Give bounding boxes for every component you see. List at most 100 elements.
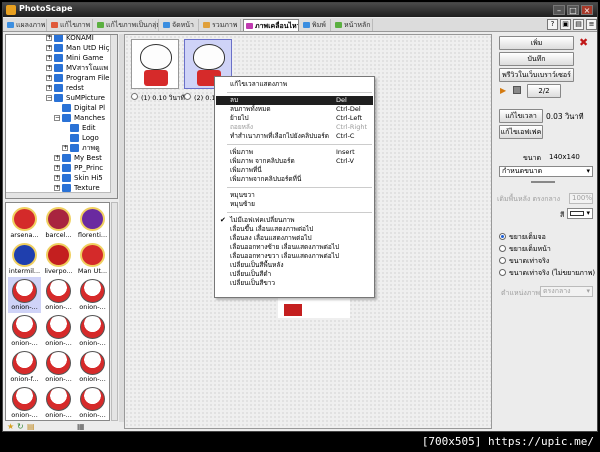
thumbnail-item[interactable]: onion-... bbox=[8, 277, 41, 313]
tab-0[interactable]: แผลงภาพ bbox=[5, 19, 47, 31]
thumbnail-label: onion-... bbox=[79, 411, 106, 419]
expand-icon[interactable]: + bbox=[46, 75, 52, 81]
menu-item[interactable]: หมุนขวา bbox=[216, 191, 373, 200]
star-icon[interactable]: ★ bbox=[7, 422, 14, 431]
menu-item[interactable]: หมุนซ้าย bbox=[216, 200, 373, 209]
thumbnail-item[interactable]: onion-... bbox=[42, 349, 75, 385]
maximize-icon[interactable]: □ bbox=[567, 5, 579, 15]
tab-6[interactable]: พิมพ์ bbox=[301, 19, 331, 31]
thumbnail-item[interactable]: Man Ut... bbox=[76, 241, 109, 277]
display-mode-label: ขยายเต็มหน้า bbox=[509, 245, 551, 253]
expand-icon[interactable]: + bbox=[46, 35, 52, 41]
thumbnail-image bbox=[46, 207, 71, 231]
thumbnail-item[interactable]: liverpo... bbox=[42, 241, 75, 277]
display-mode-radio[interactable] bbox=[499, 269, 506, 276]
thumbnail-item[interactable]: intermil... bbox=[8, 241, 41, 277]
frame-play-icon[interactable] bbox=[184, 93, 191, 100]
thumbnail-item[interactable]: onion-... bbox=[8, 313, 41, 349]
help-icon[interactable]: ? bbox=[547, 19, 558, 30]
expand-icon[interactable]: + bbox=[54, 155, 60, 161]
size-slider[interactable] bbox=[531, 181, 555, 183]
tab-7[interactable]: หน้าหลัก bbox=[333, 19, 373, 31]
frame-play-icon[interactable] bbox=[131, 93, 138, 100]
stop-icon[interactable] bbox=[513, 86, 521, 94]
view-mode-icon[interactable]: ▦ bbox=[77, 422, 85, 431]
close-icon[interactable]: × bbox=[581, 5, 593, 15]
thumbnail-image bbox=[46, 315, 71, 339]
thumbnail-item[interactable]: onion-... bbox=[8, 385, 41, 420]
menu-item[interactable]: เลื่อนลง เลื่อนแสดงภาพต่อไป bbox=[216, 234, 373, 243]
display-mode-radio[interactable] bbox=[499, 257, 506, 264]
expand-icon[interactable]: + bbox=[54, 185, 60, 191]
expand-icon[interactable]: + bbox=[54, 175, 60, 181]
thumbnail-item[interactable]: arsena... bbox=[8, 205, 41, 241]
tab-5[interactable]: ภาพเคลื่อนไหว bbox=[243, 19, 299, 31]
folder-icon[interactable]: ▤ bbox=[573, 19, 584, 30]
thumbnail-scrollbar[interactable] bbox=[111, 202, 118, 421]
menu-item[interactable]: เพิ่มภาพ Insert bbox=[216, 148, 373, 157]
menu-item[interactable]: ทำสำเนาภาพที่เลือกไปยังคลิปบอร์ด Ctrl-C bbox=[216, 132, 373, 141]
minimize-icon[interactable]: – bbox=[553, 5, 565, 15]
tab-1[interactable]: แก้ไขภาพ bbox=[49, 19, 93, 31]
thumbnail-item[interactable]: onion-... bbox=[76, 277, 109, 313]
thumbnail-item[interactable]: onion-... bbox=[76, 349, 109, 385]
thumbnail-item[interactable]: florenti... bbox=[76, 205, 109, 241]
display-mode-radio[interactable] bbox=[499, 245, 506, 252]
color-picker[interactable] bbox=[567, 208, 593, 219]
add-button[interactable]: เพิ่ม bbox=[499, 36, 574, 50]
size-dropdown[interactable]: กำหนดขนาด bbox=[499, 166, 593, 177]
animation-frame[interactable] bbox=[131, 39, 179, 89]
photos-icon[interactable]: ▣ bbox=[560, 19, 571, 30]
time-value: 0.03 วินาที bbox=[546, 112, 584, 121]
folder-icon bbox=[54, 35, 63, 42]
menu-item[interactable]: เพิ่มภาพจากคลิปบอร์ดที่นี่ bbox=[216, 175, 373, 184]
thumbnail-item[interactable]: onion-... bbox=[42, 277, 75, 313]
preview-browser-button[interactable]: พรีวิวในเว็บเบราว์เซอร์ bbox=[499, 68, 574, 82]
thumbnail-label: barcel... bbox=[45, 231, 72, 239]
expand-icon[interactable]: + bbox=[54, 165, 60, 171]
menu-item[interactable]: เปลี่ยนเป็นสีพื้นหลัง bbox=[216, 261, 373, 270]
expand-icon[interactable]: + bbox=[46, 45, 52, 51]
thumbnail-item[interactable]: barcel... bbox=[42, 205, 75, 241]
menu-item[interactable]: ลบ Del bbox=[216, 96, 373, 105]
menu-item[interactable]: เปลี่ยนเป็นสีขาว bbox=[216, 279, 373, 288]
tab-label: จัดหน้า bbox=[172, 21, 194, 29]
menu-item[interactable]: แก้ไขเวลาแสดงภาพ bbox=[216, 80, 373, 89]
menu-item[interactable]: เลื่อนขึ้น เลื่อนแสดงภาพต่อไป bbox=[216, 225, 373, 234]
tab-2[interactable]: แก้ไขภาพเป็นกลุ่ม bbox=[95, 19, 159, 31]
thumbnail-item[interactable]: onion-... bbox=[76, 385, 109, 420]
edit-time-button[interactable]: แก้ไขเวลา bbox=[499, 109, 543, 123]
menu-item[interactable]: ✔ ไม่มีเอฟเฟคเปลี่ยนภาพ bbox=[216, 216, 373, 225]
menu-icon[interactable]: ≡ bbox=[586, 19, 597, 30]
thumbnail-item[interactable]: onion-f... bbox=[8, 349, 41, 385]
folder-open-icon[interactable]: ▤ bbox=[27, 422, 35, 431]
tab-4[interactable]: รวมภาพ bbox=[201, 19, 241, 31]
delete-icon[interactable]: ✖ bbox=[579, 36, 588, 49]
thumbnail-item[interactable]: onion-... bbox=[42, 313, 75, 349]
save-button[interactable]: บันทึก bbox=[499, 52, 574, 66]
menu-item[interactable]: เลื่อนออกทางซ้าย เลื่อนแสดงภาพต่อไป bbox=[216, 243, 373, 252]
play-icon[interactable]: ▶ bbox=[500, 86, 506, 95]
refresh-icon[interactable]: ↻ bbox=[17, 422, 24, 431]
menu-item[interactable]: เลื่อนออกทางขวา เลื่อนแสดงภาพต่อไป bbox=[216, 252, 373, 261]
tree-vertical-scrollbar[interactable] bbox=[110, 35, 117, 198]
menu-item[interactable]: เพิ่มภาพที่นี่ bbox=[216, 166, 373, 175]
menu-item[interactable]: ย้ายไป Ctrl-Left bbox=[216, 114, 373, 123]
menu-separator bbox=[227, 92, 372, 93]
expand-icon[interactable]: − bbox=[46, 95, 52, 101]
edit-effect-button[interactable]: แก้ไขเอฟเฟค bbox=[499, 125, 543, 139]
tree-horizontal-scrollbar[interactable] bbox=[6, 192, 111, 198]
thumbnail-item[interactable]: onion-... bbox=[42, 385, 75, 420]
menu-item[interactable]: ลบภาพทั้งหมด Ctrl-Del bbox=[216, 105, 373, 114]
expand-icon[interactable]: + bbox=[46, 55, 52, 61]
tab-3[interactable]: จัดหน้า bbox=[161, 19, 199, 31]
expand-icon[interactable]: + bbox=[46, 65, 52, 71]
display-mode-radio[interactable] bbox=[499, 233, 506, 240]
expand-icon[interactable]: + bbox=[46, 85, 52, 91]
menu-item[interactable]: เปลี่ยนเป็นสีดำ bbox=[216, 270, 373, 279]
menu-item[interactable]: เพิ่มภาพ จากคลิปบอร์ด Ctrl-V bbox=[216, 157, 373, 166]
expand-icon[interactable]: − bbox=[54, 115, 60, 121]
expand-icon[interactable]: + bbox=[62, 145, 68, 151]
bottom-toolbar: ★ ↻ ▤ ▦ bbox=[5, 422, 118, 432]
thumbnail-item[interactable]: onion-... bbox=[76, 313, 109, 349]
